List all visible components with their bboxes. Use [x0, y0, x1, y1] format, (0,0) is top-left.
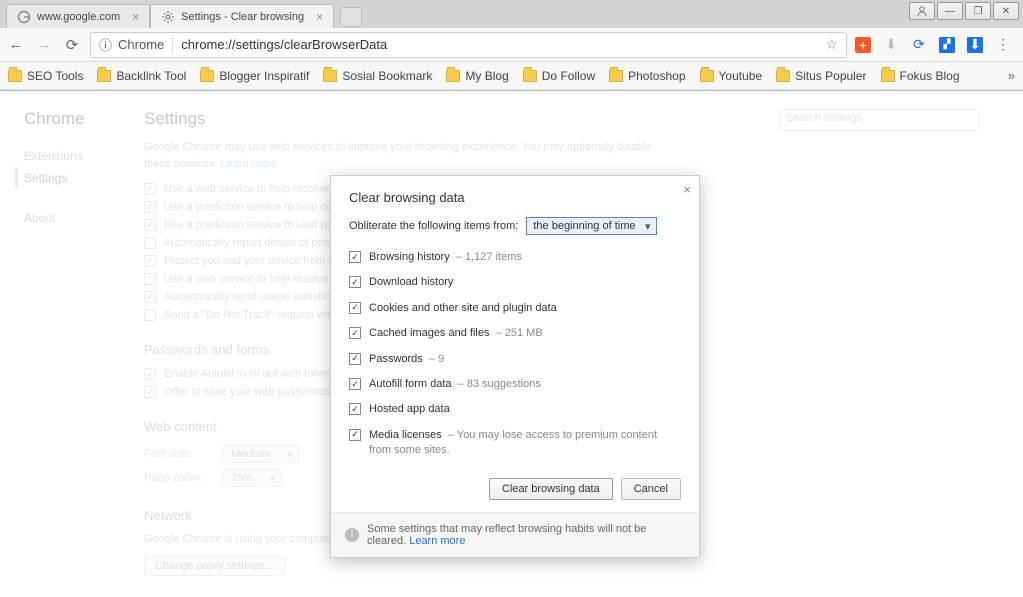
tab-google[interactable]: www.google.com ×	[6, 4, 150, 28]
item-label: Hosted app data	[369, 403, 450, 415]
origin-chip: ⓘ Chrome	[99, 35, 173, 54]
tab-title: Settings - Clear browsing	[181, 11, 304, 23]
item-label: Browsing history	[369, 251, 450, 263]
bookmark-folder[interactable]: SEO Tools	[8, 69, 83, 83]
close-window-button[interactable]: ✕	[993, 2, 1019, 20]
cancel-button[interactable]: Cancel	[621, 478, 681, 500]
folder-icon	[881, 70, 895, 82]
bookmarks-bar: SEO Tools Backlink Tool Blogger Inspirat…	[0, 62, 1023, 90]
bookmarks-overflow-icon[interactable]: »	[1008, 68, 1015, 83]
bookmark-folder[interactable]: Backlink Tool	[97, 69, 186, 83]
close-icon[interactable]: ×	[316, 10, 323, 24]
forward-button[interactable]: →	[34, 36, 54, 53]
item-label: Cached images and files	[369, 327, 489, 339]
item-label: Cookies and other site and plugin data	[369, 302, 557, 314]
back-button[interactable]: ←	[6, 36, 26, 53]
folder-icon	[523, 70, 537, 82]
footer-learn-more-link[interactable]: Learn more	[409, 535, 465, 547]
item-sub: – 9	[429, 353, 444, 365]
reload-button[interactable]: ⟳	[62, 36, 82, 54]
folder-icon	[323, 70, 337, 82]
folder-icon	[97, 70, 111, 82]
clear-browsing-data-dialog: × Clear browsing data Obliterate the fol…	[330, 175, 700, 558]
item-sub: – 83 suggestions	[458, 378, 541, 390]
analytics-icon[interactable]: ▞	[939, 37, 955, 53]
user-button[interactable]	[909, 2, 935, 20]
minimize-button[interactable]: —	[937, 2, 963, 20]
tab-settings[interactable]: Settings - Clear browsing ×	[150, 4, 334, 28]
tab-title: www.google.com	[37, 11, 120, 23]
content-area: Chrome Extensions Settings About Setting…	[0, 91, 1023, 597]
clear-item-row: Cookies and other site and plugin data	[349, 296, 681, 321]
folder-icon	[200, 70, 214, 82]
item-label: Passwords	[369, 353, 423, 365]
bookmark-folder[interactable]: Fokus Blog	[881, 69, 960, 83]
clear-item-row: Media licenses – You may lose access to …	[349, 423, 681, 464]
checkbox[interactable]	[349, 353, 361, 365]
new-tab-button[interactable]	[340, 7, 362, 27]
dialog-close-icon[interactable]: ×	[683, 182, 691, 197]
bookmark-folder[interactable]: Youtube	[700, 69, 763, 83]
item-sub: – 251 MB	[496, 327, 543, 339]
plus-icon[interactable]: +	[855, 37, 871, 53]
folder-icon	[609, 70, 623, 82]
clear-item-row: Hosted app data	[349, 397, 681, 422]
window-controls: — ❐ ✕	[909, 2, 1019, 20]
info-icon: ⓘ	[99, 35, 112, 54]
close-icon[interactable]: ×	[132, 10, 139, 24]
item-label: Autofill form data	[369, 378, 452, 390]
download-icon[interactable]: ⬇	[883, 37, 899, 53]
clear-item-row: Passwords – 9	[349, 347, 681, 372]
checkbox[interactable]	[349, 251, 361, 263]
bookmark-folder[interactable]: Situs Populer	[776, 69, 866, 83]
download-blue-icon[interactable]: ⬇	[967, 37, 983, 53]
time-range-row: Obliterate the following items from: the…	[349, 217, 681, 235]
bookmark-folder[interactable]: Photoshop	[609, 69, 685, 83]
checkbox[interactable]	[349, 302, 361, 314]
google-g-icon	[17, 10, 31, 24]
bookmark-folder[interactable]: My Blog	[446, 69, 508, 83]
checkbox[interactable]	[349, 378, 361, 390]
clear-data-button[interactable]: Clear browsing data	[489, 478, 613, 500]
bookmark-folder[interactable]: Do Follow	[523, 69, 595, 83]
bookmark-star-icon[interactable]: ☆	[825, 36, 838, 53]
dialog-footer: i Some settings that may reflect browsin…	[331, 512, 699, 557]
clear-item-row: Download history	[349, 270, 681, 295]
clear-item-row: Browsing history – 1,127 items	[349, 245, 681, 270]
extension-icons: + ⬇ ⟳ ▞ ⬇ ⋮	[855, 37, 1017, 53]
bookmark-folder[interactable]: Blogger Inspiratif	[200, 69, 309, 83]
folder-icon	[700, 70, 714, 82]
checkbox[interactable]	[349, 403, 361, 415]
browser-chrome: — ❐ ✕ www.google.com × Settings - Clear …	[0, 0, 1023, 91]
folder-icon	[8, 70, 22, 82]
item-label: Media licenses	[369, 429, 442, 441]
dialog-title: Clear browsing data	[349, 190, 681, 205]
bookmark-folder[interactable]: Sosial Bookmark	[323, 69, 432, 83]
address-bar[interactable]: ⓘ Chrome chrome://settings/clearBrowserD…	[90, 32, 847, 58]
checkbox[interactable]	[349, 429, 361, 441]
folder-icon	[446, 70, 460, 82]
checkbox[interactable]	[349, 276, 361, 288]
tab-strip: www.google.com × Settings - Clear browsi…	[0, 0, 1023, 28]
clear-item-row: Autofill form data – 83 suggestions	[349, 372, 681, 397]
gear-icon	[161, 10, 175, 24]
item-label: Download history	[369, 276, 453, 288]
url-text: chrome://settings/clearBrowserData	[181, 37, 817, 52]
checkbox[interactable]	[349, 327, 361, 339]
info-icon: i	[345, 528, 359, 542]
maximize-button[interactable]: ❐	[965, 2, 991, 20]
dialog-actions: Clear browsing data Cancel	[349, 464, 681, 512]
item-sub: – 1,127 items	[456, 251, 522, 263]
folder-icon	[776, 70, 790, 82]
time-range-select[interactable]: the beginning of time	[526, 217, 656, 235]
navigation-row: ← → ⟳ ⓘ Chrome chrome://settings/clearBr…	[0, 28, 1023, 62]
clear-item-row: Cached images and files – 251 MB	[349, 321, 681, 346]
menu-icon[interactable]: ⋮	[995, 37, 1011, 53]
sync-icon[interactable]: ⟳	[911, 37, 927, 53]
